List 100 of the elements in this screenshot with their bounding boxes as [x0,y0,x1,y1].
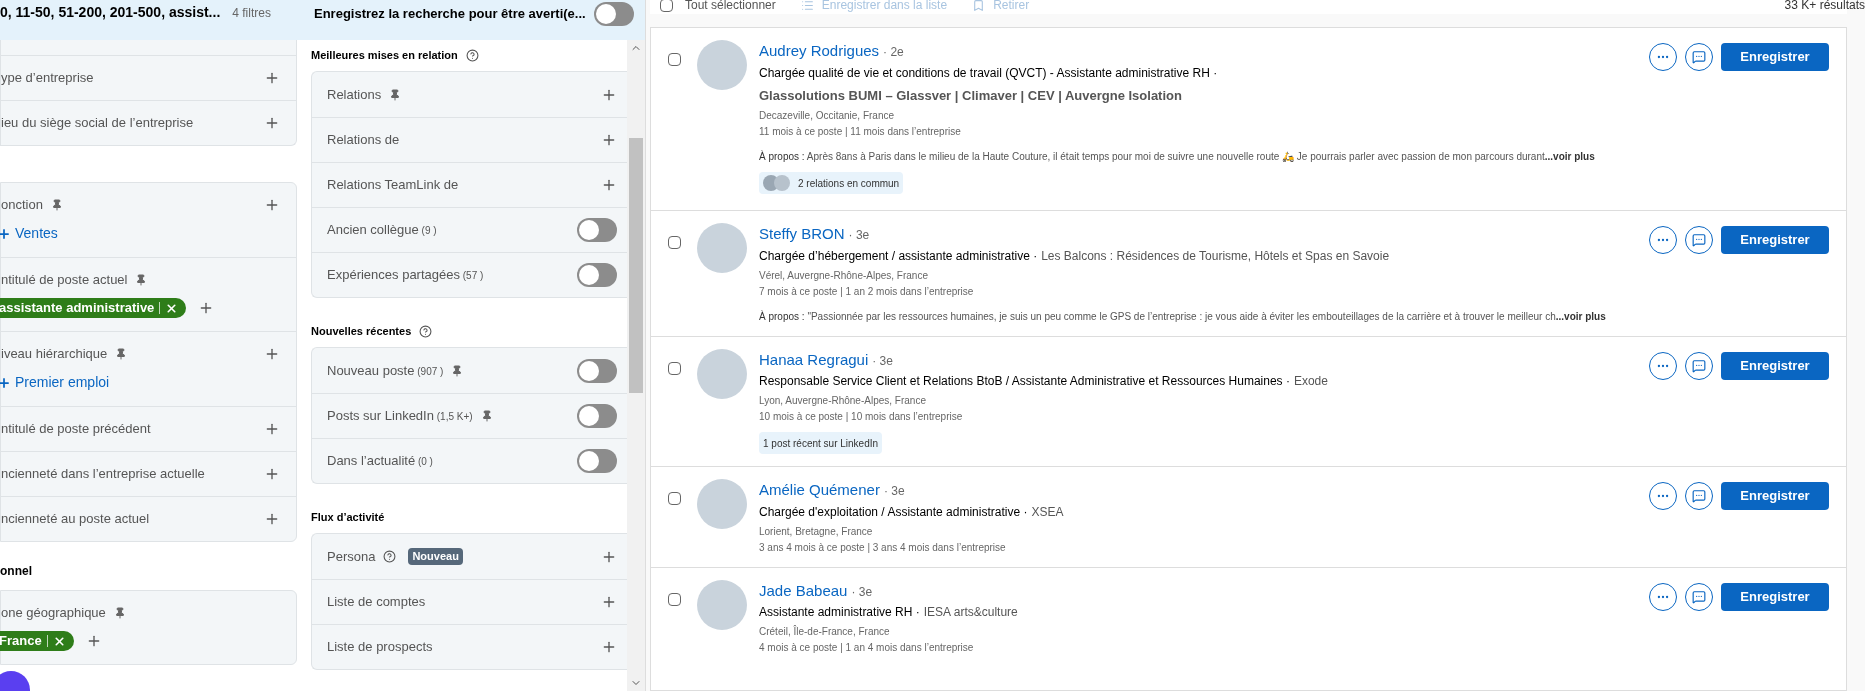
row-checkbox[interactable] [668,492,681,505]
filter-label[interactable]: ncienneté au poste actuel [1,509,150,529]
plus-icon[interactable] [601,594,617,610]
help-icon[interactable] [383,550,397,563]
filter-label[interactable]: onction [1,195,43,215]
plus-icon[interactable] [601,177,617,193]
filter-label[interactable]: Nouveau poste (907 ) [327,360,444,381]
pin-icon[interactable] [50,199,63,211]
filter-label[interactable]: Posts sur LinkedIn (1,5 K+) [327,406,473,426]
new-badge: Nouveau [408,548,463,565]
filter-label[interactable]: one géographique [1,603,106,623]
filter-label[interactable]: Liste de comptes [327,592,426,612]
about-text: À propos : Après 8ans à Paris dans le milieu de la Haute Couture, il était temps pour moi de suivre une nouvelle route 🛵 Je pourrais parler avec passion de mon parcours durant...voir plus [759,149,1596,164]
tenure: 4 mois à ce poste | 1 an 4 mois dans l’entreprise [759,641,975,655]
plus-icon[interactable] [601,132,617,148]
person-name[interactable]: Jade Babeau [759,579,848,602]
toggle-switch[interactable] [577,218,617,242]
connection-degree: · 2e [883,44,904,61]
filter-label[interactable]: Relations de [327,130,400,150]
pin-icon[interactable] [480,410,493,422]
save-button[interactable]: Enregistrer [1721,43,1829,71]
plus-icon[interactable] [264,346,280,362]
filter-label[interactable]: Persona [327,546,376,567]
message-icon [1692,489,1706,503]
plus-icon[interactable] [264,421,280,437]
bookmark-icon [972,0,986,12]
filter-chip[interactable]: France [0,631,74,651]
company-name[interactable]: XSEA [1031,502,1064,521]
message-icon [1692,50,1706,64]
filter-label[interactable]: ntitulé de poste actuel [1,270,128,290]
person-name[interactable]: Audrey Rodrigues [759,40,880,63]
insight-badge[interactable]: 1 post récent sur LinkedIn [759,432,883,454]
save-button[interactable]: Enregistrer [1721,351,1829,380]
row-checkbox[interactable] [668,361,681,375]
help-icon[interactable] [419,324,433,338]
filter-label[interactable]: ncienneté dans l’entreprise actuelle [1,464,205,484]
company-name[interactable]: IESA arts&culture [923,603,1018,621]
plus-icon[interactable] [601,639,617,655]
filter-label[interactable]: iveau hiérarchique [1,344,108,364]
select-all-label[interactable]: Tout sélectionner [685,0,776,14]
person-name[interactable]: Steffy BRON [759,223,845,246]
toggle-switch[interactable] [577,358,617,383]
toggle-switch[interactable] [577,404,617,428]
job-title: Responsable Service Client et Relations BtoB / Assistante Administrative et Ressources Humaines · [759,373,1290,390]
plus-icon [0,375,11,390]
insight-badge[interactable]: 2 relations en commun [759,172,904,194]
filter-label[interactable]: Liste de prospects [327,637,433,657]
shared-avatars-icon [763,175,790,191]
section-heading: Nouvelles récentes [311,323,412,339]
plus-icon[interactable] [264,511,280,527]
tenure: 7 mois à ce poste | 1 an 2 mois dans l’entreprise [759,284,975,299]
message-icon [1692,233,1706,247]
plus-icon[interactable] [264,115,280,131]
save-button[interactable]: Enregistrer [1721,226,1829,254]
person-name[interactable]: Amélie Quémener [759,479,880,502]
row-checkbox[interactable] [668,53,681,66]
plus-icon [0,226,11,241]
filter-label[interactable]: Ancien collègue (9 ) [327,220,437,240]
row-checkbox[interactable] [668,236,681,249]
suggestion-chip[interactable]: Premier emploi [0,372,110,393]
location: Créteil, Île-de-France, France [759,624,891,639]
toggle-switch[interactable] [593,2,634,26]
select-all-checkbox[interactable] [660,0,673,12]
company-name[interactable]: Exode [1293,372,1328,390]
pin-icon[interactable] [451,364,464,377]
about-text: À propos : "Passionnée par les ressources humaines, je suis un peu comme le GPS de l’entreprise : je vous aide à éviter les embouteillages de la carrière et à trouver le meilleur ch...voir plus [759,309,1607,324]
tenure: 11 mois à ce poste | 11 mois dans l’entreprise [759,125,962,139]
pin-icon[interactable] [389,88,402,101]
pin-icon[interactable] [135,274,148,286]
filter-label[interactable]: ype d’entreprise [1,68,94,88]
location: Lorient, Bretagne, France [759,524,874,539]
toggle-switch[interactable] [577,449,617,473]
plus-icon[interactable] [264,466,280,482]
close-icon[interactable] [52,634,66,648]
toggle-switch[interactable] [577,263,617,287]
filter-label[interactable]: Dans l’actualité (0 ) [327,451,433,471]
tenure: 3 ans 4 mois à ce poste | 3 ans 4 mois dans l’entreprise [759,540,1007,555]
filter-label[interactable]: ntitulé de poste précédent [1,419,151,439]
location: Decazeville, Occitanie, France [759,109,896,123]
plus-icon[interactable] [264,197,280,213]
plus-icon[interactable] [264,70,280,86]
help-icon[interactable] [465,48,479,62]
save-button[interactable]: Enregistrer [1721,582,1829,611]
pin-icon[interactable] [113,607,126,619]
company-name[interactable]: Les Balcons : Résidences de Tourisme, Hôtels et Spas en Savoie [1041,246,1390,265]
filter-chip[interactable]: assistante administrative [0,298,187,318]
section-heading: Flux d’activité [311,509,385,525]
suggestion-chip[interactable]: Ventes [0,223,58,244]
filter-label[interactable]: Relations TeamLink de [327,175,459,195]
job-title: Chargée d'exploitation / Assistante administrative · [759,503,1028,521]
location: Lyon, Auvergne-Rhône-Alpes, France [759,394,927,408]
company-name[interactable]: Glassolutions BUMI – Glassver | Climaver | CEV | Auvergne Isolation [759,85,1649,105]
section-heading: onnel [0,563,33,580]
person-name[interactable]: Hanaa Regragui [759,348,869,371]
pin-icon[interactable] [115,348,128,360]
filter-label[interactable]: Relations [327,84,382,105]
save-button[interactable]: Enregistrer [1721,482,1829,510]
row-checkbox[interactable] [668,592,681,606]
filter-label[interactable]: Expériences partagées (57 ) [327,265,484,285]
filter-label[interactable]: ieu du siège social de l’entreprise [1,113,194,133]
